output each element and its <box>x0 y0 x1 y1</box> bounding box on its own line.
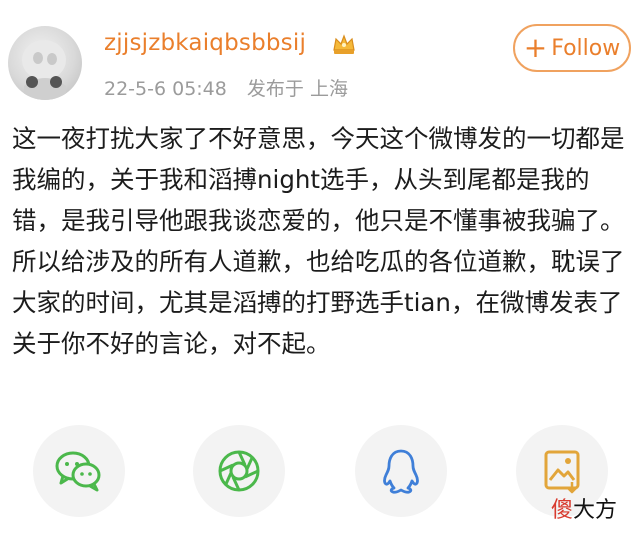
qq-icon <box>383 449 419 494</box>
crown-badge-icon <box>330 30 358 58</box>
share-wechat-button[interactable] <box>33 425 125 517</box>
follow-button[interactable]: + Follow <box>513 24 631 72</box>
watermark: 傻大方 <box>551 492 617 524</box>
save-image-icon <box>544 450 580 494</box>
post-meta: 22-5-6 05:48 发布于 上海 <box>104 74 362 101</box>
post-location: 发布于 上海 <box>246 78 348 100</box>
moments-icon <box>218 450 260 492</box>
post-body: 这一夜打扰大家了不好意思，今天这个微博发的一切都是我编的，关于我和滔搏night… <box>12 124 625 358</box>
avatar-image <box>22 40 66 100</box>
follow-label: Follow <box>551 35 621 61</box>
plus-icon: + <box>523 31 548 64</box>
share-bar <box>0 425 641 525</box>
post-time: 22-5-6 05:48 <box>104 78 227 100</box>
watermark-text: 大方 <box>573 498 618 523</box>
username[interactable]: zjjsjzbkaiqbsbbsij <box>104 30 306 56</box>
share-moments-button[interactable] <box>193 425 285 517</box>
wechat-icon <box>55 451 101 492</box>
post-header: zjjsjzbkaiqbsbbsij 22-5-6 05:48 发布于 上海 +… <box>0 0 641 110</box>
share-qq-button[interactable] <box>355 425 447 517</box>
watermark-accent: 傻 <box>551 498 574 523</box>
user-avatar[interactable] <box>8 26 82 100</box>
